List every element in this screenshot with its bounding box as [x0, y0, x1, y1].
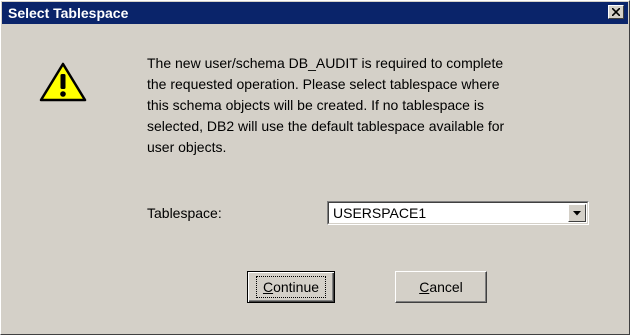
cancel-label-wrap: Cancel [419, 279, 463, 295]
focus-rect: Continue [255, 276, 327, 298]
message-line: this schema objects will be created. If … [147, 97, 484, 113]
cancel-button[interactable]: Cancel [395, 271, 487, 303]
close-icon [612, 8, 620, 16]
chevron-down-icon [573, 210, 581, 215]
cancel-label: ancel [429, 279, 463, 295]
message-line: the requested operation. Please select t… [147, 76, 500, 92]
tablespace-label: Tablespace: [147, 205, 222, 221]
cancel-mnemonic: C [419, 279, 430, 295]
select-tablespace-dialog: Select Tablespace The new user/schema DB… [0, 0, 630, 335]
tablespace-select-frame: USERSPACE1 [328, 202, 588, 224]
continue-mnemonic: C [262, 279, 274, 295]
continue-button[interactable]: Continue [247, 271, 335, 303]
message-text: The new user/schema DB_AUDIT is required… [147, 53, 607, 158]
dropdown-button[interactable] [568, 204, 586, 222]
message-line: The new user/schema DB_AUDIT is required… [147, 55, 504, 71]
warning-icon [39, 62, 87, 102]
message-line: user objects. [147, 139, 227, 155]
message-line: selected, DB2 will use the default table… [147, 118, 505, 134]
tablespace-select-value: USERSPACE1 [333, 205, 427, 221]
continue-label: ontinue [273, 279, 320, 295]
title-bar[interactable]: Select Tablespace [2, 2, 628, 24]
window-title: Select Tablespace [8, 5, 129, 21]
tablespace-select[interactable]: USERSPACE1 [327, 201, 589, 225]
close-button[interactable] [608, 5, 624, 19]
